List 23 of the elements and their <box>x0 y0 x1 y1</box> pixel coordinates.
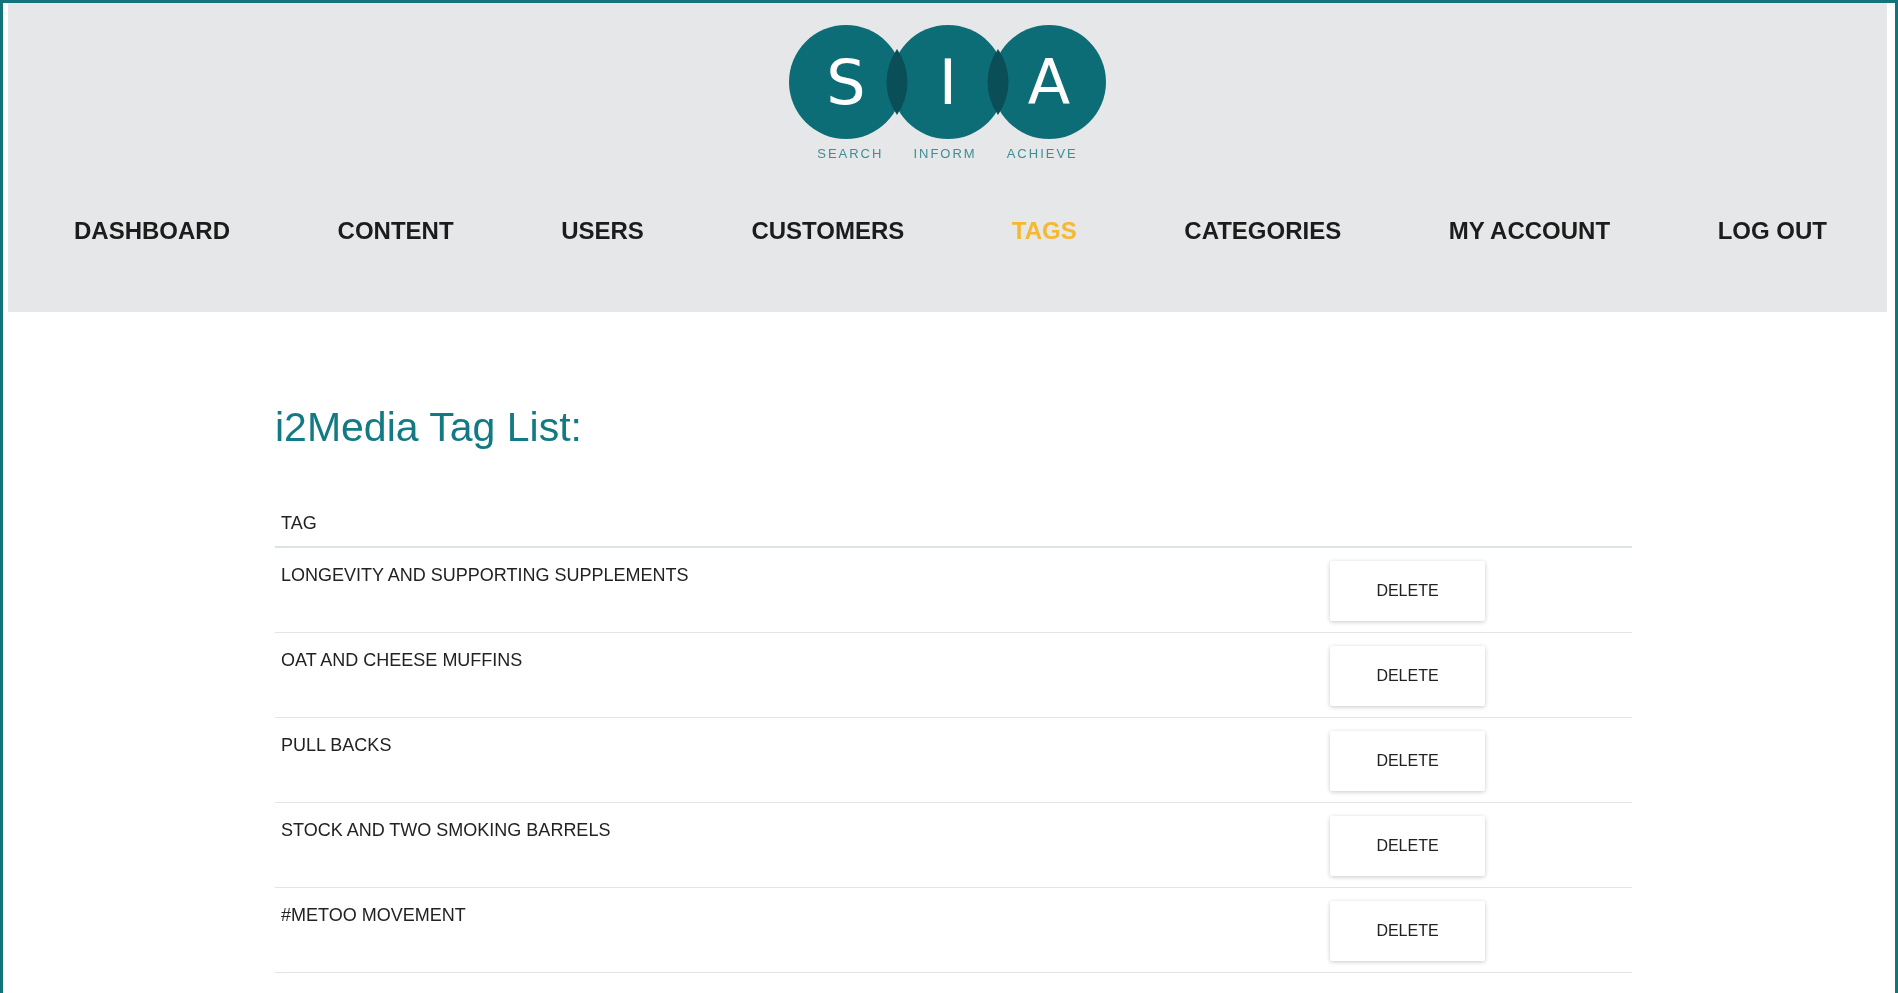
delete-button[interactable]: DELETE <box>1330 561 1485 621</box>
logo-drawing: S I A <box>788 24 1107 140</box>
nav-link[interactable]: LOG OUT <box>1717 217 1827 245</box>
nav-link[interactable]: CUSTOMERS <box>751 217 905 245</box>
logo-tagline: INFORM <box>913 146 977 161</box>
tag-name: LONGEVITY AND SUPPORTING SUPPLEMENTS <box>280 564 690 586</box>
nav-link[interactable]: USERS <box>561 217 644 245</box>
delete-button[interactable]: DELETE <box>1330 646 1485 706</box>
delete-button[interactable]: DELETE <box>1330 901 1485 961</box>
nav-link[interactable]: CONTENT <box>337 217 454 245</box>
tag-name: STOCK AND TWO SMOKING BARRELS <box>280 819 612 841</box>
page-title: i2Media Tag List: <box>275 404 583 451</box>
tag-name: PULL BACKS <box>280 734 393 756</box>
logo-tagline: SEARCH <box>817 146 884 161</box>
tag-name: OAT AND CHEESE MUFFINS <box>280 649 524 671</box>
delete-button[interactable]: DELETE <box>1330 731 1485 791</box>
column-header: TAG <box>275 507 1632 548</box>
nav-link[interactable]: CATEGORIES <box>1184 217 1342 245</box>
nav-link[interactable]: DASHBOARD <box>74 217 230 245</box>
tag-name: #METOO MOVEMENT <box>280 904 467 926</box>
delete-button[interactable]: DELETE <box>1330 816 1485 876</box>
nav-link[interactable]: MY ACCOUNT <box>1448 217 1611 245</box>
logo-tagline: ACHIEVE <box>1006 146 1078 161</box>
